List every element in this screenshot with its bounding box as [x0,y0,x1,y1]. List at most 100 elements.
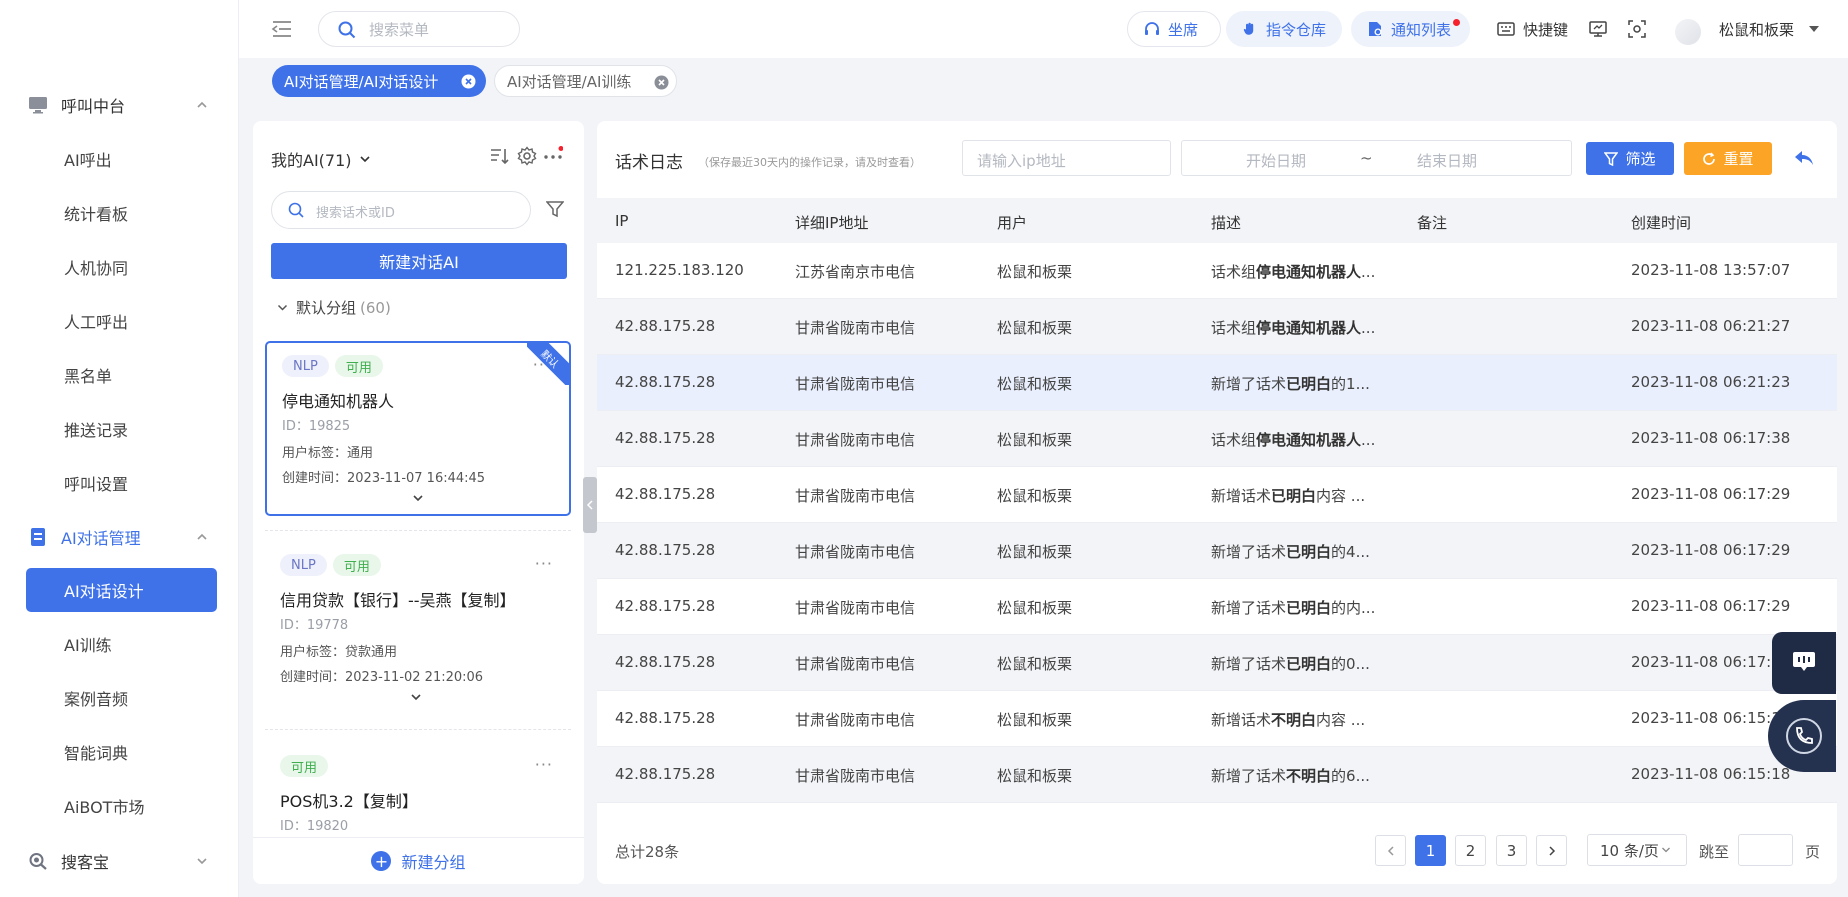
card-more-icon[interactable]: ··· [535,554,553,573]
jump-label: 跳至 [1699,843,1730,861]
cell-ip-detail: 甘肃省陇南市电信 [795,487,916,505]
tab-ai-training[interactable]: AI对话管理/AI训练 [494,65,677,97]
shortcut-label: 快捷键 [1523,20,1569,39]
ai-card[interactable]: NLP 可用 ··· 信用贷款【银行】--吴燕【复制】 ID：19778 用户标… [265,542,571,717]
cell-created-time: 2023-11-08 06:17:29 [1631,485,1791,503]
sidebar-group-soukebao[interactable]: 搜客宝 [0,840,239,882]
ai-search-input[interactable]: 搜索话术或ID [271,191,531,229]
sidebar-item-push-records[interactable]: 推送记录 [26,407,217,451]
filter-button[interactable]: 筛选 [1586,142,1674,175]
table-row[interactable]: 42.88.175.28 甘肃省陇南市电信 松鼠和板栗 新增了话术已明白的4..… [597,523,1837,579]
sidebar-item-blacklist[interactable]: 黑名单 [26,353,217,397]
prev-page-button[interactable] [1375,835,1406,866]
sidebar-item-smart-dictionary[interactable]: 智能词典 [26,730,217,774]
page-button[interactable]: 3 [1496,835,1527,866]
default-group-toggle[interactable]: 默认分组 (60) [277,297,391,318]
desc-text: 内容 ... [1316,711,1366,729]
panel-collapse-handle[interactable] [583,477,597,533]
menu-search-placeholder: 搜索菜单 [369,20,430,39]
sidebar-item-call-settings[interactable]: 呼叫设置 [26,461,217,505]
sidebar-item-stats-board[interactable]: 统计看板 [26,191,217,235]
cell-user: 松鼠和板栗 [997,487,1073,505]
cell-ip-detail: 甘肃省陇南市电信 [795,319,916,337]
sidebar-item-aibot-market[interactable]: AiBOT市场 [26,784,217,828]
chevron-up-icon [197,533,207,540]
command-repo-button[interactable]: 指令仓库 [1226,11,1342,47]
table-row[interactable]: 42.88.175.28 甘肃省陇南市电信 松鼠和板栗 话术组停电通知机器人..… [597,411,1837,467]
desc-text: ... [1361,263,1376,281]
ai-list-title[interactable]: 我的AI(71) [271,147,371,171]
table-row[interactable]: 121.225.183.120 江苏省南京市电信 松鼠和板栗 话术组停电通知机器… [597,243,1837,299]
caret-down-icon[interactable] [1809,25,1819,33]
sort-icon[interactable] [489,146,509,166]
page-button[interactable]: 2 [1455,835,1486,866]
card-more-icon[interactable]: ··· [535,755,553,774]
ai-card-time: 创建时间：2023-11-02 21:20:06 [280,670,484,685]
headset-icon [1145,22,1159,35]
table-row[interactable]: 42.88.175.28 甘肃省陇南市电信 松鼠和板栗 新增了话术不明白的6..… [597,747,1837,803]
sidebar-item-ai-training[interactable]: AI训练 [26,622,217,666]
agent-button[interactable]: 坐席 [1127,11,1221,47]
sidebar-group-call-center[interactable]: 呼叫中台 [0,84,239,126]
cell-ip-detail: 甘肃省陇南市电信 [795,711,916,729]
avatar[interactable] [1675,19,1701,45]
tab-ai-dialog-design[interactable]: AI对话管理/AI对话设计 [272,65,486,97]
next-page-button[interactable] [1536,835,1567,866]
phone-widget-button[interactable] [1768,700,1836,772]
refresh-icon [1703,151,1716,165]
table-row[interactable]: 42.88.175.28 甘肃省陇南市电信 松鼠和板栗 新增话术已明白内容 ..… [597,467,1837,523]
chevron-left-icon [1387,845,1394,856]
close-icon[interactable] [461,74,476,89]
desc-bold: 已明白 [1286,375,1332,393]
back-arrow-icon[interactable] [1793,149,1815,169]
sidebar-group-ai-dialog[interactable]: AI对话管理 [0,516,239,558]
notification-list-button[interactable]: 通知列表 [1351,11,1470,47]
divider [265,530,571,531]
page-button[interactable]: 1 [1415,835,1446,866]
table-row[interactable]: 42.88.175.28 甘肃省陇南市电信 松鼠和板栗 新增了话术已明白的内..… [597,579,1837,635]
table-row[interactable]: 42.88.175.28 甘肃省陇南市电信 松鼠和板栗 新增话术不明白内容 ..… [597,691,1837,747]
start-date-placeholder[interactable]: 开始日期 [1246,150,1306,171]
reset-button[interactable]: 重置 [1684,142,1772,175]
sidebar-item-case-audio[interactable]: 案例音频 [26,676,217,720]
fullscreen-icon[interactable] [1628,20,1646,38]
end-date-placeholder[interactable]: 结束日期 [1417,150,1477,171]
ai-card[interactable]: NLP 可用 ··· 默认 停电通知机器人 ID：19825 用户标签：通用 创… [265,341,571,516]
sidebar-item-ai-dialog-design[interactable]: AI对话设计 [26,568,217,612]
sidebar-item-manual-outbound[interactable]: 人工呼出 [26,299,217,343]
chevron-down-icon[interactable] [412,493,424,503]
screen-icon[interactable] [1589,20,1607,38]
chat-widget-button[interactable] [1772,632,1836,694]
chevron-down-icon [277,304,288,311]
table-row[interactable]: 42.88.175.28 甘肃省陇南市电信 松鼠和板栗 新增了话术已明白的0..… [597,635,1837,691]
cell-created-time: 2023-11-08 13:57:07 [1631,261,1791,279]
desc-text: 的6... [1331,767,1370,785]
desc-bold: 停电通知机器人 [1256,431,1362,449]
filter-icon[interactable] [546,200,564,218]
gear-icon[interactable] [517,146,537,166]
ip-search-input[interactable]: 请输入ip地址 [962,140,1171,176]
username[interactable]: 松鼠和板栗 [1719,19,1794,40]
desc-text: 的1... [1331,375,1370,393]
sidebar-item-ai-outbound[interactable]: AI呼出 [26,137,217,181]
menu-search-input[interactable]: 搜索菜单 [318,11,520,47]
desc-bold: 不明白 [1286,767,1332,785]
cell-ip-detail: 甘肃省陇南市电信 [795,655,916,673]
new-group-button[interactable]: + 新建分组 [253,837,584,884]
new-dialog-ai-button[interactable]: 新建对话AI [271,243,567,279]
date-range-picker[interactable]: 开始日期 ~ 结束日期 [1181,140,1572,176]
ai-card-name: 停电通知机器人 [282,392,395,411]
close-icon[interactable] [654,75,669,90]
jump-page-input[interactable] [1738,834,1793,866]
menu-collapse-icon[interactable] [271,18,293,40]
column-header-user: 用户 [997,214,1028,232]
more-icon[interactable] [543,146,563,166]
table-row[interactable]: 42.88.175.28 甘肃省陇南市电信 松鼠和板栗 新增了话术已明白的1..… [597,355,1837,411]
sidebar-item-human-ai-collab[interactable]: 人机协同 [26,245,217,289]
chevron-down-icon[interactable] [410,692,422,702]
page-size-select[interactable]: 10 条/页 [1587,834,1687,866]
cell-description: 新增了话术已明白的内... [1211,597,1389,618]
table-row[interactable]: 42.88.175.28 甘肃省陇南市电信 松鼠和板栗 话术组停电通知机器人..… [597,299,1837,355]
shortcut-button[interactable]: 快捷键 [1497,18,1568,40]
ai-card-id: ID：19825 [282,419,351,434]
